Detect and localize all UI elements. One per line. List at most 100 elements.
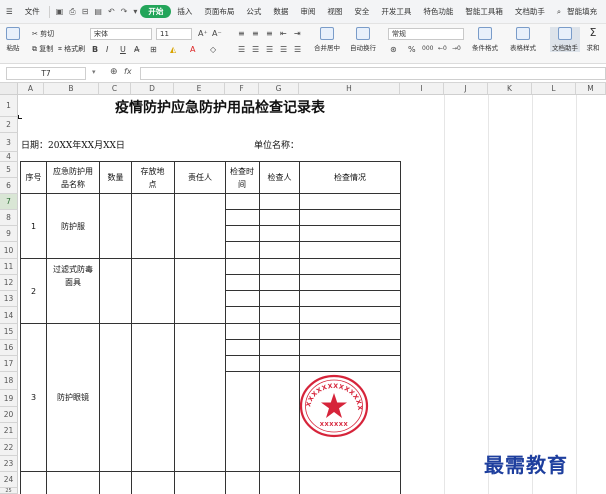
name-box-dropdown-icon[interactable]: ▾: [92, 68, 96, 76]
column-header-j[interactable]: J: [444, 83, 488, 95]
row-header[interactable]: 20: [0, 407, 18, 423]
italic-button[interactable]: I: [106, 45, 108, 54]
row-header[interactable]: 17: [0, 356, 18, 372]
row-header[interactable]: 23: [0, 456, 18, 472]
align-right-icon[interactable]: ☰: [266, 45, 273, 54]
column-header-b[interactable]: B: [44, 83, 99, 95]
preview-icon[interactable]: ⎙: [66, 7, 78, 17]
align-left-icon[interactable]: ☰: [238, 45, 245, 54]
clear-format-icon[interactable]: ◇: [210, 45, 216, 54]
column-header-g[interactable]: G: [259, 83, 299, 95]
column-header-h[interactable]: H: [299, 83, 400, 95]
shrink-font-button[interactable]: A⁻: [212, 29, 222, 38]
row-header[interactable]: 6: [0, 178, 18, 194]
bold-button[interactable]: B: [92, 45, 98, 54]
row-header[interactable]: 8: [0, 210, 18, 226]
indent-increase-icon[interactable]: ⇥: [294, 29, 301, 38]
align-bottom-icon[interactable]: ≡: [266, 29, 273, 38]
row-header-selected[interactable]: 7: [0, 194, 18, 210]
item-name-3[interactable]: 防护眼镜: [47, 324, 99, 471]
row-header[interactable]: 11: [0, 259, 18, 275]
doc-assistant-button[interactable]: 文档助手: [550, 27, 580, 52]
row-header[interactable]: 9: [0, 226, 18, 242]
tab-view[interactable]: 视图: [321, 6, 348, 17]
zoom-icon[interactable]: ⊕: [110, 67, 118, 77]
row-header[interactable]: 12: [0, 275, 18, 291]
indent-decrease-icon[interactable]: ⇤: [280, 29, 287, 38]
item-seq-3[interactable]: 3: [21, 324, 46, 471]
thousands-button[interactable]: 000: [422, 45, 433, 52]
row-header[interactable]: 1: [0, 95, 18, 117]
font-name-select[interactable]: 宋体: [90, 28, 152, 40]
percent-button[interactable]: %: [408, 45, 416, 54]
conditional-format-button[interactable]: 条件格式: [472, 27, 498, 52]
export-icon[interactable]: ▤: [91, 7, 105, 16]
row-header[interactable]: 19: [0, 390, 18, 407]
table-style-button[interactable]: 表格样式: [510, 27, 536, 52]
redo-icon[interactable]: ↷: [118, 7, 131, 16]
row-header[interactable]: 5: [0, 162, 18, 178]
tab-data[interactable]: 数据: [267, 6, 294, 17]
row-header[interactable]: 4: [0, 152, 18, 162]
row-header[interactable]: 22: [0, 439, 18, 456]
column-header-k[interactable]: K: [488, 83, 532, 95]
tab-review[interactable]: 审阅: [294, 6, 321, 17]
row-header[interactable]: 18: [0, 372, 18, 390]
menu-file[interactable]: 文件: [19, 6, 46, 17]
row-header[interactable]: 15: [0, 324, 18, 340]
row-header[interactable]: 16: [0, 340, 18, 356]
fx-icon[interactable]: fx: [124, 67, 132, 76]
column-header-f[interactable]: F: [225, 83, 259, 95]
column-header-e[interactable]: E: [174, 83, 225, 95]
row-header[interactable]: 25: [0, 488, 18, 494]
header-quantity[interactable]: 数量: [100, 162, 131, 193]
header-inspector[interactable]: 检查人: [260, 162, 299, 193]
formula-input[interactable]: [140, 67, 606, 80]
decrease-decimal-icon[interactable]: →0: [452, 45, 461, 52]
item-seq-2[interactable]: 2: [21, 259, 46, 323]
number-format-select[interactable]: 常规: [388, 28, 464, 40]
column-header-c[interactable]: C: [99, 83, 131, 95]
strikethrough-button[interactable]: A̶: [134, 45, 139, 54]
distribute-icon[interactable]: ☰: [294, 45, 301, 54]
justify-icon[interactable]: ☰: [280, 45, 287, 54]
search-icon[interactable]: ⌕: [551, 7, 567, 17]
header-check-time[interactable]: 检查时间: [230, 162, 254, 193]
header-item-name[interactable]: 应急防护用品名称: [50, 162, 96, 193]
underline-button[interactable]: U: [120, 45, 126, 54]
cut-button[interactable]: ✂ 剪切: [32, 29, 54, 39]
currency-icon[interactable]: ⊛: [390, 45, 397, 54]
name-box[interactable]: T7: [6, 67, 86, 80]
row-header[interactable]: 24: [0, 472, 18, 488]
row-header[interactable]: 2: [0, 117, 18, 133]
wrap-text-button[interactable]: 自动换行: [350, 27, 376, 52]
item-seq-1[interactable]: 1: [21, 194, 46, 258]
smart-fill-search[interactable]: 智能填充: [567, 6, 603, 17]
font-color-icon[interactable]: A: [190, 45, 195, 54]
sum-button[interactable]: Σ 求和: [586, 27, 600, 53]
print-icon[interactable]: ⊟: [79, 7, 92, 16]
row-header[interactable]: 14: [0, 307, 18, 324]
header-status[interactable]: 检查情况: [300, 162, 400, 193]
column-header-m[interactable]: M: [576, 83, 606, 95]
increase-decimal-icon[interactable]: ←0: [438, 45, 447, 52]
row-header[interactable]: 13: [0, 291, 18, 307]
copy-button[interactable]: ⧉ 复制: [32, 44, 53, 54]
item-name-1[interactable]: 防护服: [47, 194, 99, 258]
column-header-i[interactable]: I: [400, 83, 444, 95]
format-painter-button[interactable]: ⌗ 格式刷: [58, 44, 85, 54]
row-header[interactable]: 21: [0, 423, 18, 439]
tab-doc-assistant[interactable]: 文档助手: [509, 6, 551, 17]
tab-security[interactable]: 安全: [348, 6, 375, 17]
column-header-l[interactable]: L: [532, 83, 576, 95]
grow-font-button[interactable]: A⁺: [198, 29, 208, 38]
align-middle-icon[interactable]: ≡: [252, 29, 259, 38]
select-all-corner[interactable]: [0, 83, 18, 95]
tab-page-layout[interactable]: 页面布局: [198, 6, 240, 17]
quick-access-dropdown-icon[interactable]: ▾: [130, 7, 140, 16]
paste-button[interactable]: 粘贴: [6, 27, 20, 52]
merge-center-button[interactable]: 合并居中: [314, 27, 340, 52]
tab-formulas[interactable]: 公式: [240, 6, 267, 17]
header-owner[interactable]: 责任人: [175, 162, 225, 193]
header-seq[interactable]: 序号: [21, 162, 46, 193]
